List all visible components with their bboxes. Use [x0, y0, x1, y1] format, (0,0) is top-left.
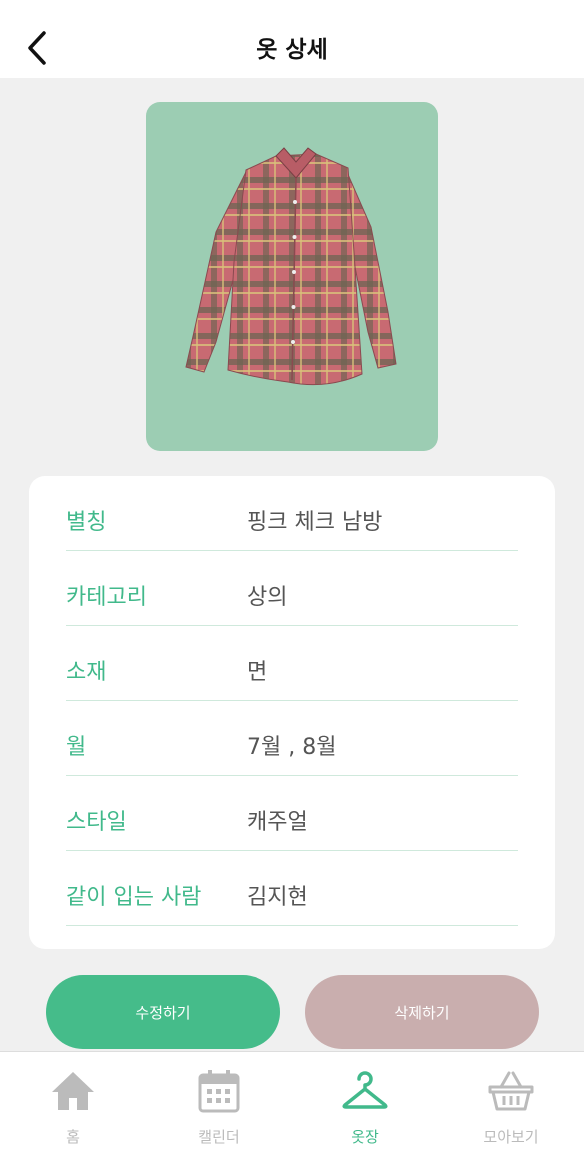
edit-button[interactable]: 수정하기 [46, 975, 280, 1049]
tab-collection[interactable]: 모아보기 [438, 1052, 584, 1165]
info-label: 별칭 [66, 510, 107, 535]
info-row-style: 스타일 캐주얼 [66, 776, 518, 851]
tab-label: 캘린더 [198, 1128, 240, 1146]
tab-label: 모아보기 [483, 1128, 539, 1146]
info-row-category: 카테고리 상의 [66, 551, 518, 626]
tab-closet[interactable]: 옷장 [292, 1052, 438, 1165]
bottom-tab-bar: 홈 캘린더 옷장 모아보기 [0, 1051, 584, 1165]
info-row-companion: 같이 입는 사람 김지현 [66, 851, 518, 926]
info-label: 월 [66, 735, 87, 760]
info-value: 7월 , 8월 [247, 735, 337, 760]
tab-label: 홈 [66, 1128, 80, 1146]
clothing-info-card: 별칭 핑크 체크 남방 카테고리 상의 소재 면 월 7월 , 8월 스타일 캐… [29, 476, 555, 949]
info-value: 캐주얼 [247, 810, 308, 835]
calendar-icon [198, 1070, 240, 1113]
info-value: 핑크 체크 남방 [247, 510, 383, 535]
info-value: 상의 [247, 585, 288, 610]
page-title: 옷 상세 [256, 37, 328, 63]
info-label: 같이 입는 사람 [66, 885, 202, 910]
info-row-material: 소재 면 [66, 626, 518, 701]
info-label: 소재 [66, 660, 107, 685]
info-row-nickname: 별칭 핑크 체크 남방 [66, 476, 518, 551]
tab-home[interactable]: 홈 [0, 1052, 146, 1165]
tab-label: 옷장 [351, 1128, 379, 1146]
header: 옷 상세 [0, 0, 584, 78]
home-icon [52, 1072, 94, 1110]
info-value: 면 [247, 660, 268, 685]
info-label: 카테고리 [66, 585, 147, 610]
basket-icon [488, 1071, 534, 1111]
clothing-photo [146, 102, 438, 451]
plaid-shirt-image [185, 147, 397, 386]
info-value: 김지현 [247, 885, 308, 910]
tab-calendar[interactable]: 캘린더 [146, 1052, 292, 1165]
hanger-icon [342, 1071, 388, 1109]
delete-button[interactable]: 삭제하기 [305, 975, 539, 1049]
info-label: 스타일 [66, 810, 127, 835]
info-row-month: 월 7월 , 8월 [66, 701, 518, 776]
